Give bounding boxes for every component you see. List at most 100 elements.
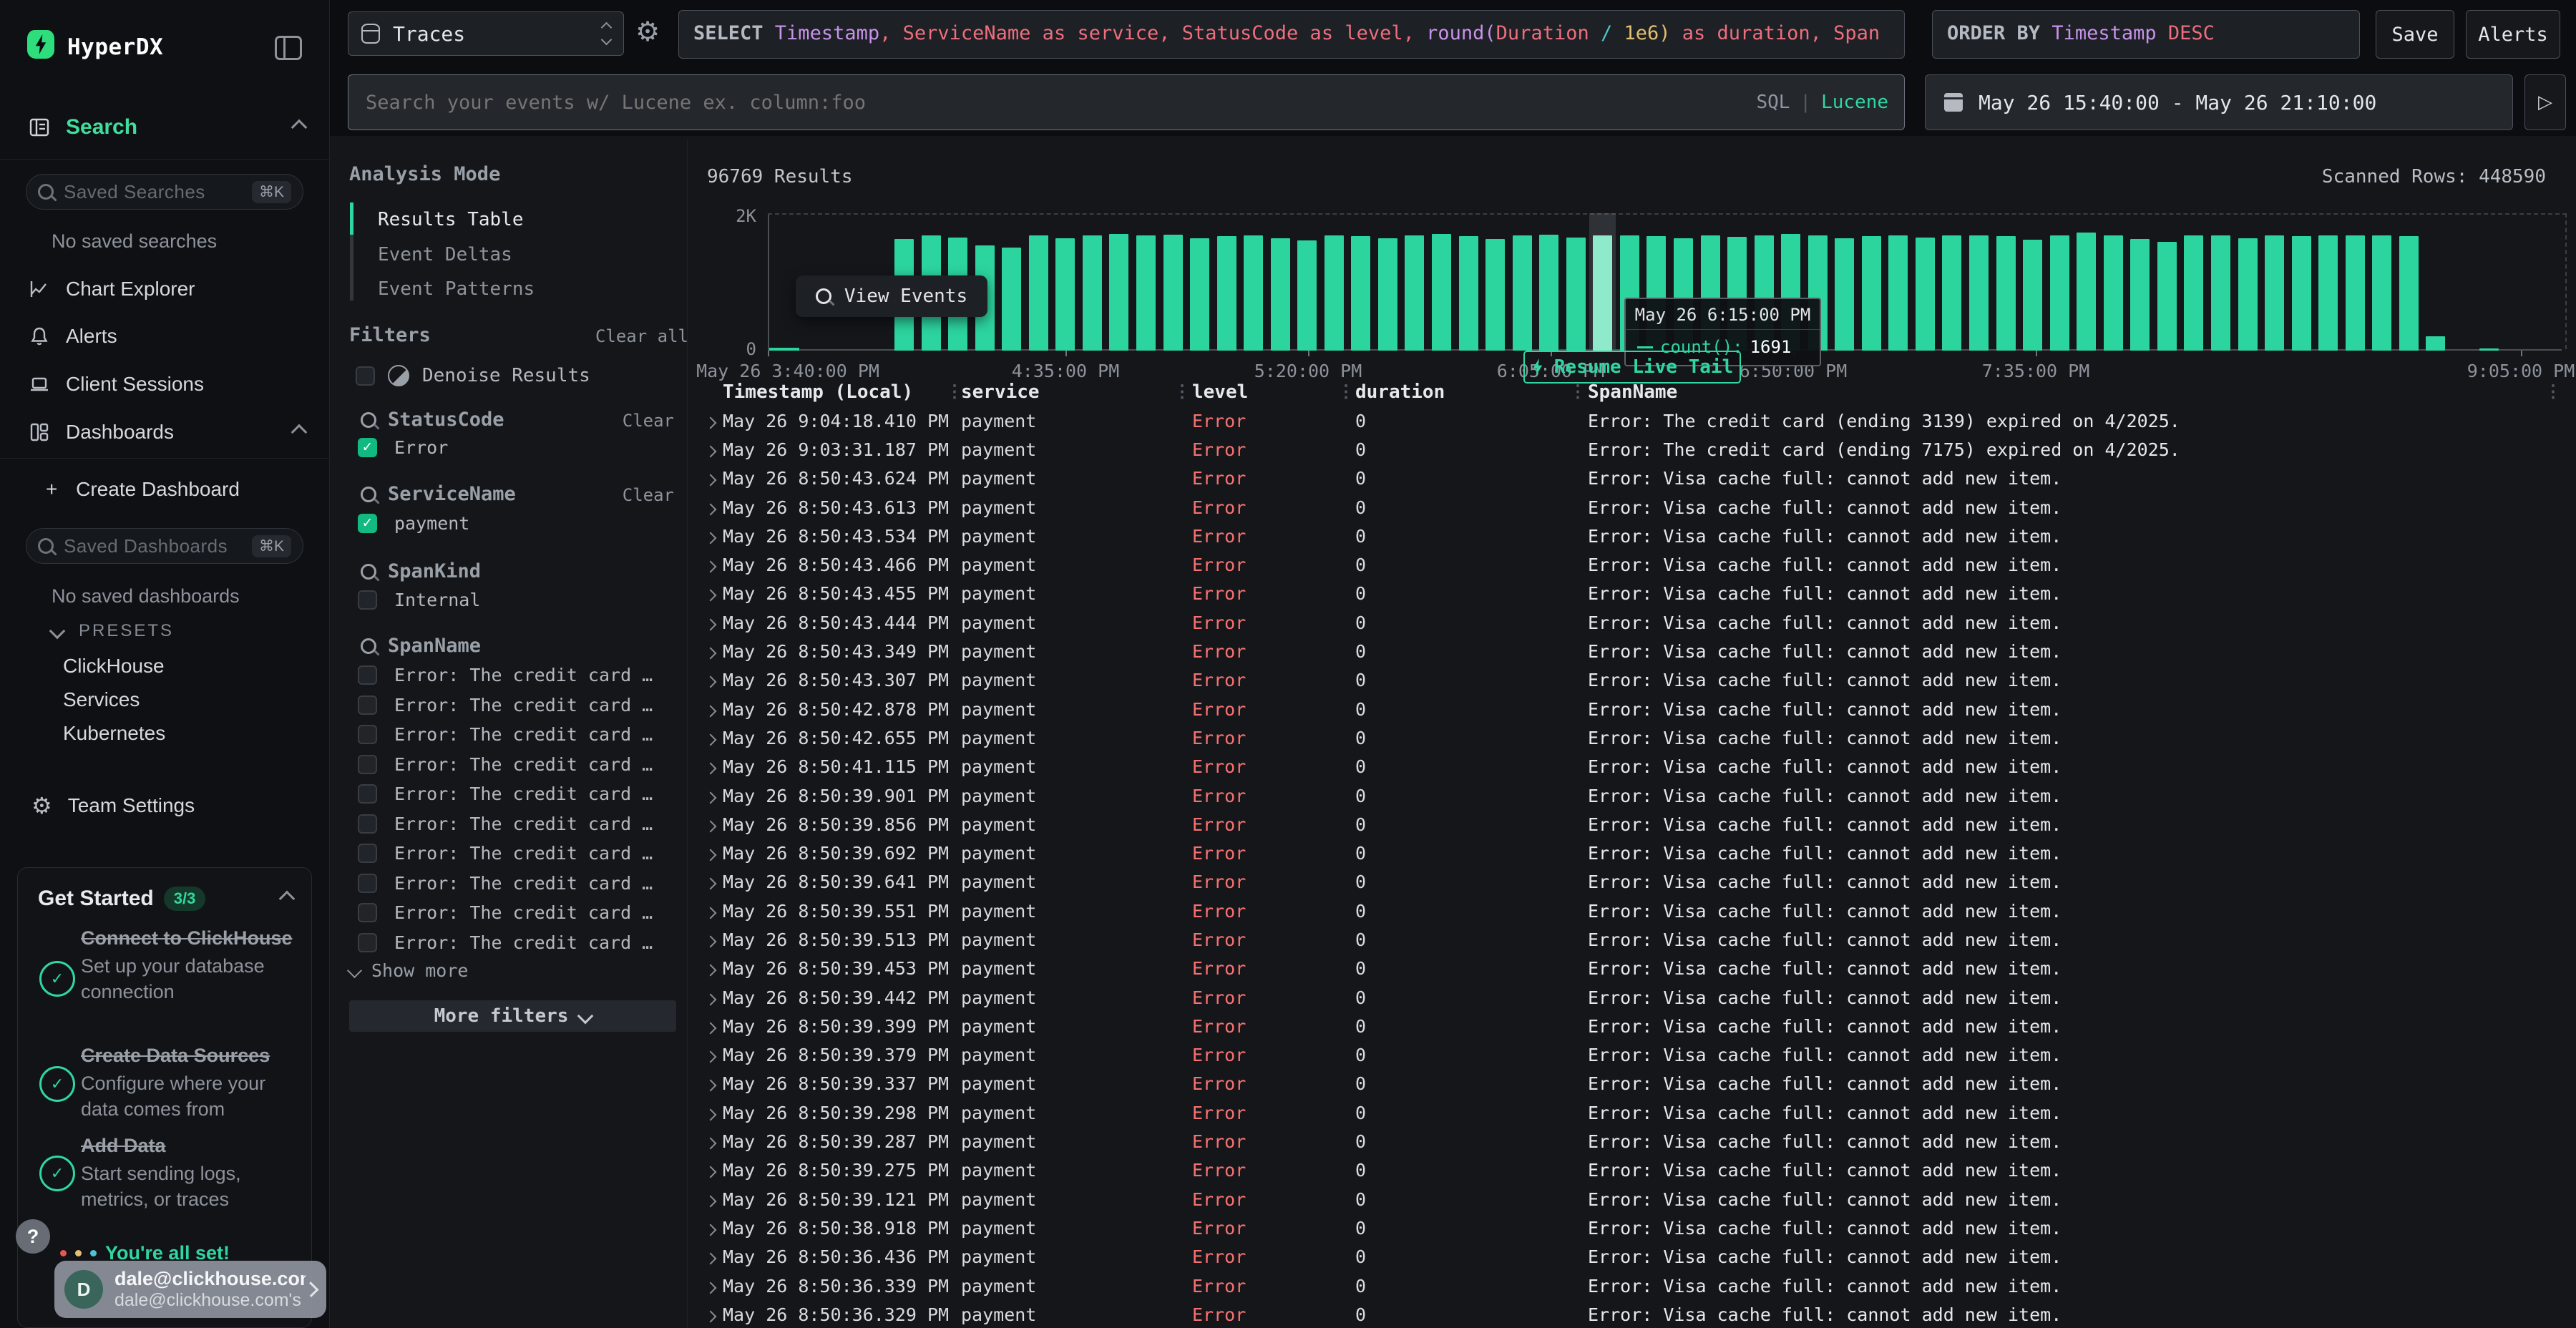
histogram-bar[interactable] [2318, 235, 2338, 351]
column-resize-handle[interactable]: ⋮ [1174, 381, 1191, 401]
table-row[interactable]: May 26 8:50:41.115 PMpaymentError0Error:… [698, 753, 2565, 781]
histogram-bar[interactable] [2077, 233, 2096, 351]
col-spanname[interactable]: SpanName [1588, 381, 2565, 403]
histogram-bar[interactable] [2292, 236, 2311, 351]
row-expand-icon[interactable] [705, 965, 717, 977]
histogram-bar[interactable] [1378, 238, 1397, 351]
histogram-bar[interactable] [2426, 336, 2445, 351]
table-row[interactable]: May 26 8:50:39.379 PMpaymentError0Error:… [698, 1041, 2565, 1070]
histogram-bar[interactable] [1405, 235, 1424, 351]
histogram-bar[interactable] [1485, 239, 1505, 351]
row-expand-icon[interactable] [705, 763, 717, 775]
row-expand-icon[interactable] [705, 1051, 717, 1063]
alerts-button[interactable]: Alerts [2466, 10, 2560, 59]
sidebar-item-search[interactable]: Search [0, 107, 329, 147]
histogram-bar[interactable] [1969, 235, 1989, 351]
histogram-bar[interactable] [2399, 236, 2419, 351]
saved-searches-input[interactable]: Saved Searches ⌘K [26, 174, 303, 210]
col-level[interactable]: level [1192, 381, 1355, 403]
sidebar-item-alerts[interactable]: Alerts [0, 316, 329, 356]
view-events-button[interactable]: View Events [796, 275, 987, 317]
histogram-bar[interactable] [1862, 236, 1881, 351]
unchecked-checkbox[interactable] [358, 903, 377, 922]
search-icon[interactable] [361, 564, 376, 580]
histogram-bar[interactable] [1109, 234, 1128, 351]
filter-option[interactable]: Internal [358, 590, 680, 610]
histogram-bar[interactable] [1244, 235, 1263, 351]
histogram-bar[interactable] [1351, 236, 1370, 351]
mode-event-deltas[interactable]: Event Deltas [378, 244, 512, 265]
row-expand-icon[interactable] [705, 503, 717, 515]
table-row[interactable]: May 26 8:50:39.287 PMpaymentError0Error:… [698, 1127, 2565, 1156]
histogram-bar[interactable] [1297, 240, 1317, 351]
row-expand-icon[interactable] [705, 907, 717, 919]
presets-toggle[interactable]: PRESETS [52, 621, 174, 641]
row-expand-icon[interactable] [705, 1080, 717, 1092]
row-expand-icon[interactable] [705, 648, 717, 660]
histogram-bar[interactable] [1136, 235, 1156, 351]
row-expand-icon[interactable] [705, 416, 717, 429]
source-settings-gear-icon[interactable]: ⚙ [635, 16, 660, 47]
sidebar-item-chart-explorer[interactable]: Chart Explorer [0, 269, 329, 309]
preset-kubernetes[interactable]: Kubernetes [63, 722, 165, 745]
saved-dashboards-input[interactable]: Saved Dashboards ⌘K [26, 528, 303, 564]
table-row[interactable]: May 26 8:50:39.298 PMpaymentError0Error:… [698, 1098, 2565, 1127]
lang-toggle-lucene[interactable]: Lucene [1821, 92, 1888, 113]
sidebar-collapse-icon[interactable] [275, 36, 302, 60]
order-by-editor[interactable]: ORDER BY Timestamp DESC [1932, 10, 2360, 59]
col-service[interactable]: service [961, 381, 1192, 403]
histogram-bar[interactable] [2157, 242, 2177, 351]
unchecked-checkbox[interactable] [358, 874, 377, 893]
histogram-bar[interactable] [1002, 248, 1021, 351]
table-row[interactable]: May 26 9:04:18.410 PMpaymentError0Error:… [698, 406, 2565, 435]
row-expand-icon[interactable] [705, 820, 717, 832]
table-row[interactable]: May 26 8:50:43.455 PMpaymentError0Error:… [698, 580, 2565, 608]
histogram-bar[interactable] [2265, 235, 2284, 351]
filter-option[interactable]: Error: The credit card … [358, 724, 683, 745]
sql-select-editor[interactable]: SELECT Timestamp, ServiceName as service… [678, 10, 1905, 59]
get-started-item[interactable]: Connect to ClickHouse Set up your databa… [81, 925, 293, 1005]
row-expand-icon[interactable] [705, 878, 717, 890]
lang-toggle-sql[interactable]: SQL [1756, 92, 1790, 113]
resume-live-tail-button[interactable]: Resume Live Tail [1523, 351, 1741, 384]
table-row[interactable]: May 26 8:50:39.856 PMpaymentError0Error:… [698, 810, 2565, 839]
histogram-bar[interactable] [2050, 235, 2069, 351]
histogram-bar[interactable] [1163, 235, 1183, 351]
unchecked-checkbox[interactable] [358, 784, 377, 804]
column-resize-handle[interactable]: ⋮ [1569, 381, 1586, 401]
show-more-button[interactable]: Show more [349, 960, 468, 981]
table-row[interactable]: May 26 8:50:36.436 PMpaymentError0Error:… [698, 1243, 2565, 1271]
table-row[interactable]: May 26 8:50:39.513 PMpaymentError0Error:… [698, 925, 2565, 954]
unchecked-checkbox[interactable] [358, 725, 377, 744]
table-row[interactable]: May 26 8:50:43.613 PMpaymentError0Error:… [698, 493, 2565, 522]
histogram-bar[interactable] [2130, 239, 2150, 351]
histogram-bar[interactable] [2479, 348, 2499, 351]
unchecked-checkbox[interactable] [358, 844, 377, 863]
event-search-input[interactable] [364, 91, 1745, 114]
source-selector[interactable]: Traces [348, 11, 624, 56]
filter-option[interactable]: Error [358, 437, 680, 458]
histogram-bar[interactable] [1513, 235, 1532, 351]
get-started-item[interactable]: Add Data Start sending logs, metrics, or… [81, 1133, 293, 1212]
row-expand-icon[interactable] [705, 1022, 717, 1034]
histogram-bar[interactable] [1459, 236, 1478, 351]
histogram-bar[interactable] [2184, 235, 2203, 351]
histogram-bar[interactable] [1432, 234, 1451, 351]
table-row[interactable]: May 26 8:50:43.466 PMpaymentError0Error:… [698, 550, 2565, 579]
row-expand-icon[interactable] [705, 1166, 717, 1178]
filter-option[interactable]: Error: The credit card … [358, 754, 683, 775]
unchecked-checkbox[interactable] [358, 695, 377, 715]
histogram-bar[interactable] [1083, 235, 1102, 351]
histogram-bar[interactable] [1835, 238, 1854, 351]
mode-event-patterns[interactable]: Event Patterns [378, 278, 535, 300]
histogram-bar[interactable] [2023, 240, 2042, 351]
table-row[interactable]: May 26 8:50:36.329 PMpaymentError0Error:… [698, 1300, 2565, 1328]
histogram-bar[interactable] [2372, 235, 2391, 351]
row-expand-icon[interactable] [705, 1253, 717, 1265]
row-expand-icon[interactable] [705, 590, 717, 602]
table-row[interactable]: May 26 8:50:38.918 PMpaymentError0Error:… [698, 1214, 2565, 1242]
row-expand-icon[interactable] [705, 705, 717, 717]
table-row[interactable]: May 26 8:50:39.275 PMpaymentError0Error:… [698, 1156, 2565, 1185]
table-row[interactable]: May 26 8:50:39.453 PMpaymentError0Error:… [698, 954, 2565, 983]
filter-option[interactable]: Error: The credit card … [358, 783, 683, 804]
